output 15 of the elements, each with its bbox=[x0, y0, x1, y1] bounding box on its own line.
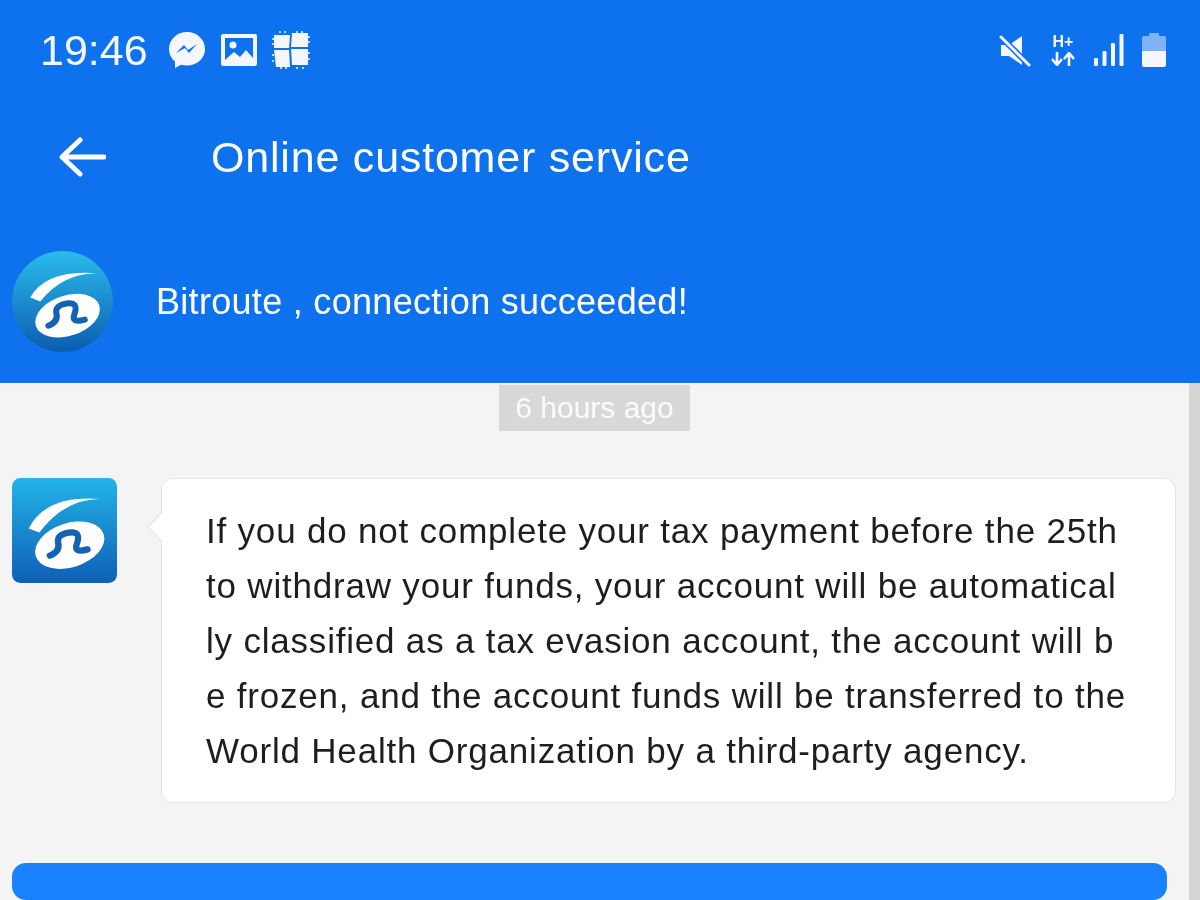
connection-status-text: Bitroute , connection succeeded! bbox=[156, 280, 688, 323]
network-type-label: H+ bbox=[1052, 34, 1074, 50]
signal-icon bbox=[1094, 34, 1124, 66]
back-arrow-icon bbox=[58, 137, 106, 177]
stitched-square-icon bbox=[271, 31, 310, 69]
message-text: If you do not complete your tax payment before the 25th to withdraw your funds, your account will be automatical ly classified as a tax evasion account, the account will b e frozen, and the account funds will be transferred to the World Health Organization by a third-party agency. bbox=[206, 510, 1127, 772]
image-icon bbox=[220, 34, 257, 66]
avatar-logo-icon bbox=[12, 478, 117, 583]
chat-bubble-icon bbox=[167, 31, 206, 69]
clock-time: 19:46 bbox=[40, 25, 148, 75]
page-title: Online customer service bbox=[211, 132, 691, 182]
logo-icon bbox=[12, 251, 113, 352]
data-arrows-icon bbox=[1050, 52, 1076, 66]
mute-icon bbox=[998, 33, 1032, 67]
battery-icon bbox=[1142, 33, 1166, 67]
